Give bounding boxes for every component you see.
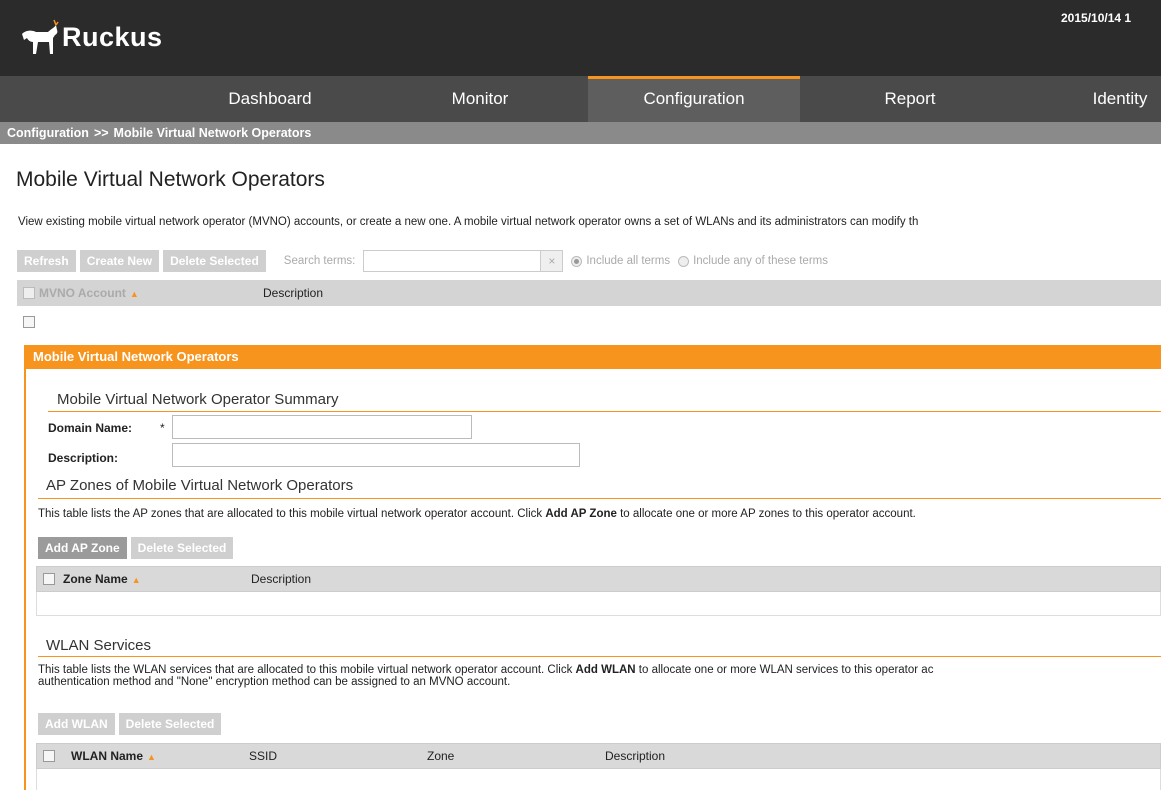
ap-zones-help-emphasis: Add AP Zone xyxy=(545,508,617,520)
wlan-help-emphasis: Add WLAN xyxy=(575,664,636,676)
radio-include-any[interactable]: Include any of these terms xyxy=(678,255,828,267)
wlan-help-text: This table lists the WLAN services that … xyxy=(38,664,576,676)
breadcrumb: Configuration >> Mobile Virtual Network Op… xyxy=(0,122,1161,144)
search-input[interactable] xyxy=(363,250,542,272)
wlan-table-body xyxy=(36,769,1161,790)
ap-zones-help: This table lists the AP zones that are a… xyxy=(38,508,1161,520)
dog-logo-icon xyxy=(22,19,59,54)
nav-dashboard[interactable]: Dashboard xyxy=(190,76,350,122)
radio-unselected-icon[interactable] xyxy=(678,255,690,267)
panel-title: Mobile Virtual Network Operators xyxy=(26,345,1161,369)
add-ap-zone-button[interactable]: Add AP Zone xyxy=(38,537,127,559)
column-wlan-name-label: WLAN Name xyxy=(71,749,144,763)
wlan-section-title: WLAN Services xyxy=(46,637,152,654)
search-mode-group: Include all terms Include any of these t… xyxy=(571,255,836,267)
datetime-display: 2015/10/14 1 xyxy=(1061,11,1132,25)
nav-configuration[interactable]: Configuration xyxy=(588,76,800,122)
row-checkbox[interactable] xyxy=(23,316,35,328)
nav-report[interactable]: Report xyxy=(830,76,990,122)
brand-name: Ruckus xyxy=(62,21,163,52)
breadcrumb-separator: >> xyxy=(93,126,109,140)
refresh-button[interactable]: Refresh xyxy=(17,250,76,272)
wlan-toolbar: Add WLAN Delete Selected xyxy=(38,713,225,735)
select-all-checkbox[interactable] xyxy=(23,287,35,299)
wlan-help-text-end: to allocate one or more WLAN services to… xyxy=(635,664,934,676)
breadcrumb-root-link[interactable]: Configuration xyxy=(7,126,89,140)
page-title: Mobile Virtual Network Operators xyxy=(16,168,325,191)
column-mvno-account[interactable]: MVNO Account ▲ xyxy=(39,286,139,300)
ap-zones-section-title: AP Zones of Mobile Virtual Network Opera… xyxy=(46,477,354,494)
column-zone-description[interactable]: Description xyxy=(251,572,311,586)
ap-zones-table-body xyxy=(36,592,1161,616)
column-zone[interactable]: Zone xyxy=(427,749,454,763)
wlan-divider xyxy=(38,656,1161,657)
description-input[interactable] xyxy=(172,443,580,467)
radio-selected-icon[interactable] xyxy=(571,255,583,267)
ruckus-logo[interactable]: Ruckus xyxy=(18,16,163,58)
wlan-table-header: WLAN Name ▲ SSID Zone Description xyxy=(36,743,1161,769)
column-zone-name-label: Zone Name xyxy=(63,572,128,586)
ap-zones-divider xyxy=(38,498,1161,499)
mvno-form-panel: Mobile Virtual Network Operators Mobile … xyxy=(24,345,1161,790)
column-wlan-name[interactable]: WLAN Name ▲ xyxy=(71,749,156,763)
create-new-button[interactable]: Create New xyxy=(79,250,160,272)
mvno-table-header: MVNO Account ▲ Description xyxy=(17,280,1161,306)
ap-zones-delete-button[interactable]: Delete Selected xyxy=(130,537,234,559)
nav-monitor[interactable]: Monitor xyxy=(400,76,560,122)
search-label: Search terms: xyxy=(283,255,356,267)
ap-zones-help-text-end: to allocate one or more AP zones to this… xyxy=(616,508,916,520)
domain-name-label: Domain Name: xyxy=(48,421,133,435)
ap-zones-select-all-checkbox[interactable] xyxy=(43,573,55,585)
radio-include-all[interactable]: Include all terms xyxy=(571,255,670,267)
column-wlan-description[interactable]: Description xyxy=(605,749,665,763)
sort-ascending-icon: ▲ xyxy=(131,575,141,585)
nav-identity[interactable]: Identity xyxy=(1040,76,1161,122)
summary-divider xyxy=(48,411,1161,412)
description-label: Description: xyxy=(48,451,119,465)
ap-zones-table-header: Zone Name ▲ Description xyxy=(36,566,1161,592)
main-nav: Dashboard Monitor Configuration Report I… xyxy=(0,76,1161,122)
column-description[interactable]: Description xyxy=(263,286,323,300)
breadcrumb-current: Mobile Virtual Network Operators xyxy=(113,126,312,140)
required-marker: * xyxy=(160,421,165,435)
mvno-toolbar: Refresh Create New Delete Selected Searc… xyxy=(17,250,836,272)
page-intro: View existing mobile virtual network ope… xyxy=(18,216,919,228)
domain-name-input[interactable] xyxy=(172,415,472,439)
wlan-delete-button[interactable]: Delete Selected xyxy=(118,713,222,735)
radio-include-all-label: Include all terms xyxy=(586,255,671,267)
clear-search-icon[interactable]: × xyxy=(541,250,564,272)
delete-selected-button[interactable]: Delete Selected xyxy=(163,250,266,272)
wlan-help-line2: authentication method and "None" encrypt… xyxy=(38,676,511,688)
wlan-help: This table lists the WLAN services that … xyxy=(38,664,1161,688)
sort-ascending-icon: ▲ xyxy=(129,289,139,299)
column-mvno-account-label: MVNO Account xyxy=(39,286,126,300)
column-zone-name[interactable]: Zone Name ▲ xyxy=(63,572,141,586)
ap-zones-toolbar: Add AP Zone Delete Selected xyxy=(38,537,237,559)
wlan-select-all-checkbox[interactable] xyxy=(43,750,55,762)
top-header: Ruckus 2015/10/14 1 xyxy=(0,0,1161,76)
summary-section-title: Mobile Virtual Network Operator Summary xyxy=(57,391,339,408)
sort-ascending-icon: ▲ xyxy=(147,752,156,762)
add-wlan-button[interactable]: Add WLAN xyxy=(38,713,115,735)
column-ssid[interactable]: SSID xyxy=(249,749,277,763)
ap-zones-help-text: This table lists the AP zones that are a… xyxy=(38,508,546,520)
radio-include-any-label: Include any of these terms xyxy=(693,255,828,267)
